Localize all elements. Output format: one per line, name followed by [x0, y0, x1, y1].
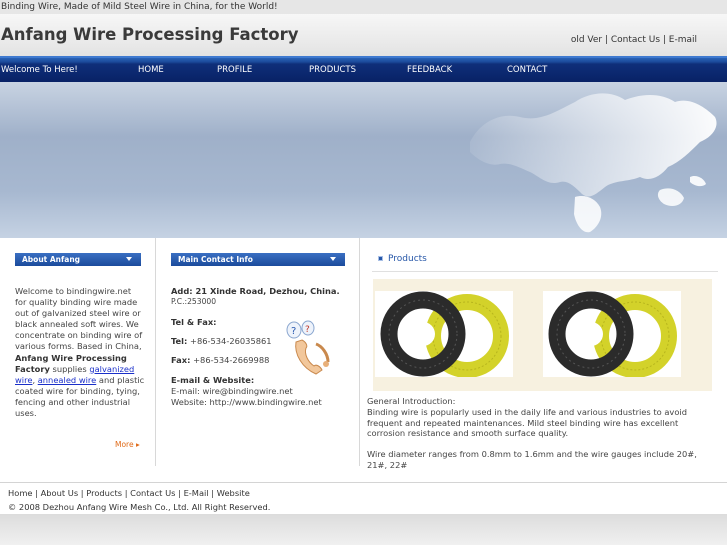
about-text-2: supplies — [52, 363, 87, 374]
annealed-wire-link[interactable]: annealed wire — [38, 375, 97, 385]
tel-label: Tel: — [171, 336, 188, 346]
footer-link-home[interactable]: Home — [8, 488, 33, 498]
about-text-1: Welcome to bindingwire.net for quality b… — [15, 286, 143, 352]
footer-link-products[interactable]: Products — [86, 488, 122, 498]
old-version-link[interactable]: old Ver — [571, 35, 602, 45]
contact-heading-label: Main Contact Info — [178, 255, 253, 264]
nav-item-contact[interactable]: CONTACT — [507, 65, 547, 75]
nav-item-home[interactable]: HOME — [138, 65, 164, 75]
footer-link-contact[interactable]: Contact Us — [130, 488, 175, 498]
nav-item-profile[interactable]: PROFILE — [217, 65, 252, 75]
copyright: © 2008 Dezhou Anfang Wire Mesh Co., Ltd.… — [8, 502, 271, 512]
products-column: Products General Introduction: Binding w… — [360, 238, 727, 482]
email-website-label: E-mail & Website: — [171, 375, 255, 385]
email-link[interactable]: E-mail — [669, 35, 697, 45]
contact-us-link[interactable]: Contact Us — [611, 35, 660, 45]
square-bullet-icon — [378, 256, 383, 261]
main-content: About Anfang Welcome to bindingwire.net … — [0, 238, 727, 482]
telephone-icon: ? ? — [286, 320, 330, 375]
arrow-right-icon: ▸ — [135, 440, 140, 449]
bottom-band — [0, 514, 727, 545]
about-column: About Anfang Welcome to bindingwire.net … — [0, 238, 156, 466]
intro-paragraph-1: Binding wire is popularly used in the da… — [367, 406, 687, 439]
products-heading: Products — [378, 254, 427, 264]
more-link[interactable]: More ▸ — [115, 440, 140, 449]
site-tagline: Binding Wire, Made of Mild Steel Wire in… — [0, 0, 727, 14]
site-header: Anfang Wire Processing Factory old Ver |… — [0, 14, 727, 56]
contact-website: Website: http://www.bindingwire.net — [171, 397, 322, 407]
footer-link-email[interactable]: E-Mail — [184, 488, 209, 498]
footer-link-website[interactable]: Website — [217, 488, 250, 498]
nav-item-products[interactable]: PRODUCTS — [309, 65, 356, 75]
chevron-down-icon — [126, 257, 132, 261]
footer-links: Home | About Us | Products | Contact Us … — [8, 488, 250, 498]
about-heading[interactable]: About Anfang — [15, 253, 141, 266]
tel-value: +86-534-26035861 — [190, 336, 272, 346]
svg-text:?: ? — [291, 326, 296, 337]
fax-label: Fax: — [171, 355, 191, 365]
site-title: Anfang Wire Processing Factory — [1, 25, 299, 44]
about-heading-label: About Anfang — [22, 255, 81, 264]
contact-column: Main Contact Info Add: 21 Xinde Road, De… — [156, 238, 360, 466]
footer-link-about[interactable]: About Us — [41, 488, 79, 498]
top-links: old Ver | Contact Us | E-mail — [570, 35, 697, 45]
products-heading-label: Products — [388, 254, 427, 264]
nav-item-feedback[interactable]: FEEDBACK — [407, 65, 452, 75]
main-nav: Welcome To Here! HOME PROFILE PRODUCTS F… — [0, 56, 727, 82]
products-divider — [372, 271, 718, 272]
product-gallery — [373, 279, 712, 391]
world-map-graphic — [470, 93, 717, 233]
contact-tel: Tel: +86-534-26035861 — [171, 336, 272, 347]
contact-heading[interactable]: Main Contact Info — [171, 253, 345, 266]
product-image-2[interactable] — [543, 291, 681, 378]
about-text: Welcome to bindingwire.net for quality b… — [15, 286, 145, 419]
svg-text:?: ? — [305, 325, 310, 335]
contact-postcode: P.C.:253000 — [171, 297, 217, 306]
telfax-label: Tel & Fax: — [171, 317, 217, 327]
contact-email: E-mail: wire@bindingwire.net — [171, 386, 293, 396]
product-introduction: General Introduction: Binding wire is po… — [367, 396, 712, 471]
more-label: More — [115, 440, 134, 449]
intro-title: General Introduction: — [367, 396, 456, 406]
chevron-down-icon — [330, 257, 336, 261]
contact-address: Add: 21 Xinde Road, Dezhou, China. — [171, 286, 340, 296]
fax-value: +86-534-2669988 — [193, 355, 270, 365]
nav-welcome-text: Welcome To Here! — [1, 65, 78, 75]
site-footer: Home | About Us | Products | Contact Us … — [0, 482, 727, 514]
product-image-1[interactable] — [375, 291, 513, 378]
contact-fax: Fax: +86-534-2669988 — [171, 355, 269, 366]
intro-paragraph-2: Wire diameter ranges from 0.8mm to 1.6mm… — [367, 449, 697, 470]
hero-banner — [0, 82, 727, 238]
